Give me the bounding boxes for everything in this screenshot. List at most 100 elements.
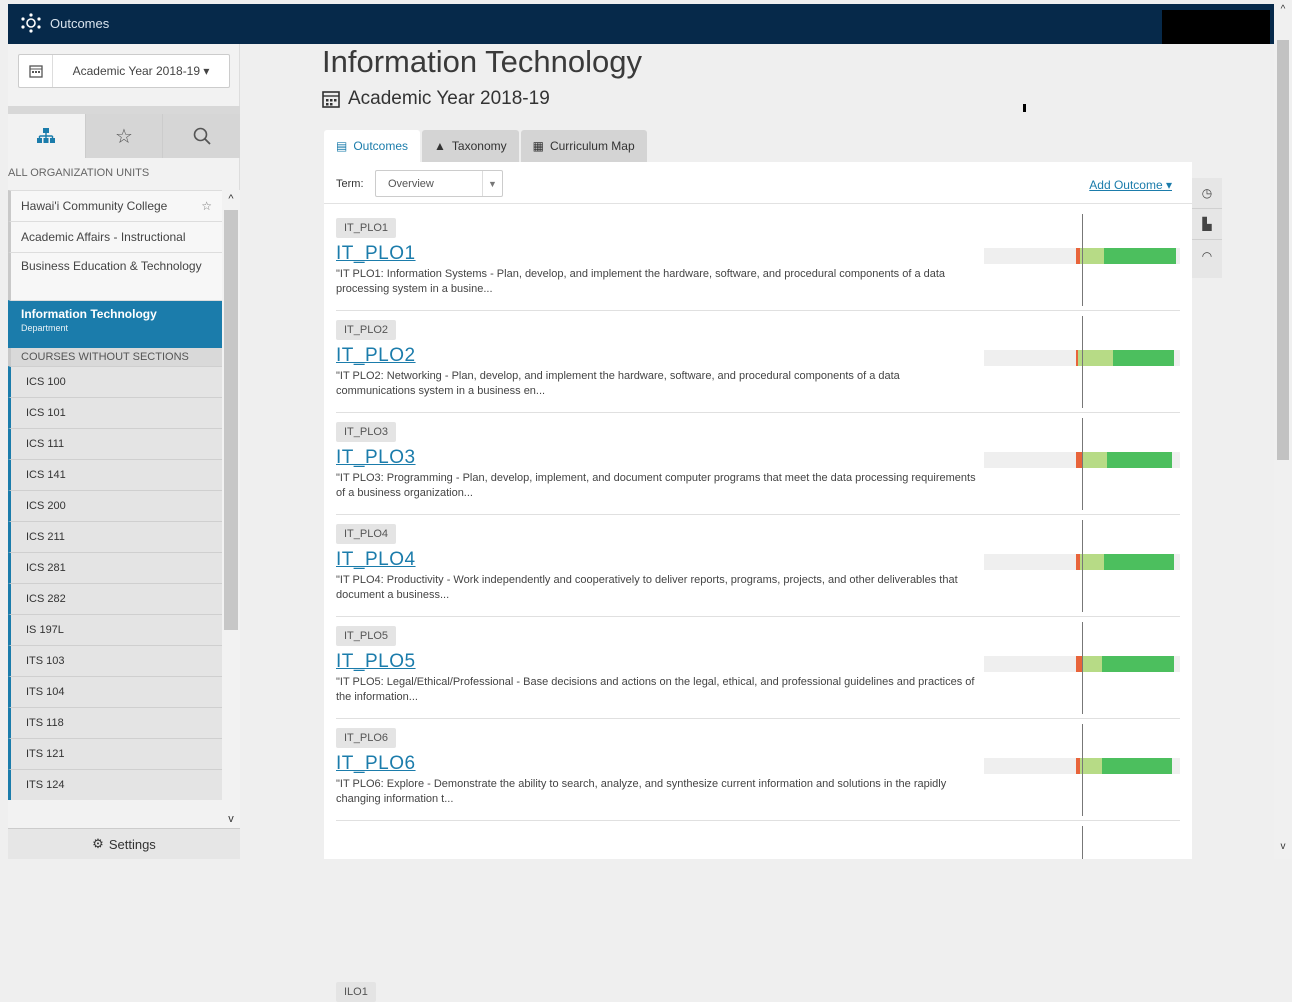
org-item-information-technology[interactable]: Information Technology Department [8,300,222,348]
search-tab[interactable] [163,114,241,158]
bar-segment-green [1107,452,1173,468]
outcome-name-link[interactable]: IT_PLO3 [336,447,416,469]
gauge-icon[interactable]: ◠ [1192,240,1222,271]
add-outcome-link[interactable]: Add Outcome ▾ [1089,178,1172,192]
target-line [1082,316,1083,408]
outcome-code: IT_PLO3 [336,422,397,442]
page-subtitle-text: Academic Year 2018-19 [348,88,550,109]
outcomes-panel: Term: Overview ▼ Add Outcome ▾ IT_PLO1 IT… [324,162,1192,1002]
outcome-name-link[interactable]: IT_PLO1 [336,243,416,265]
favorites-tab[interactable]: ☆ [85,114,164,158]
outcome-row: IT_PLO6 IT_PLO6 "IT PLO6: Explore - Demons… [336,720,1180,821]
course-item[interactable]: ITS 104 [8,676,222,707]
course-item[interactable]: ICS 282 [8,583,222,614]
side-toolbar: ◷ ▙ ◠ [1192,178,1222,278]
user-menu[interactable] [1162,10,1270,44]
bar-segment-lightgreen [1082,452,1108,468]
bar-segment-green [1101,758,1173,774]
outcome-name-link[interactable]: IT_PLO6 [336,753,416,775]
app-brand[interactable]: Outcomes [20,13,109,33]
sidebar-tabs: ☆ [8,114,241,158]
bar-chart-icon[interactable]: ▙ [1192,209,1222,240]
org-item-business-education[interactable]: Business Education & Technology [8,252,222,300]
next-outcome: ILO1 [336,982,376,1002]
term-select[interactable]: Overview ▼ [375,170,503,197]
tab-label: Curriculum Map [549,139,635,153]
org-item-type: Department [21,323,69,333]
scroll-down-icon[interactable]: v [1277,841,1289,855]
bar-segment-lightgreen [1080,758,1102,774]
outcome-name-link[interactable]: IT_PLO2 [336,345,416,367]
left-sidebar: Academic Year 2018-19 ▾ ☆ ALL ORGANIZATI… [8,44,241,859]
hierarchy-icon [37,128,56,143]
bar-segment-lightgreen [1082,656,1102,672]
page-title: Information Technology [322,44,642,79]
outcome-description: "IT PLO1: Information Systems - Plan, de… [336,268,946,295]
bar-segment-green [1101,656,1175,672]
org-item-hawaii-cc[interactable]: Hawai'i Community College ☆ [8,190,222,221]
page-scrollbar[interactable]: ^ v [1274,0,1292,859]
target-line [1082,724,1083,816]
bar-segment-lightgreen [1078,350,1114,366]
app-title: Outcomes [50,15,110,31]
scroll-thumb[interactable] [1277,40,1289,460]
outcome-description: "IT PLO5: Legal/Ethical/Professional - B… [336,676,975,703]
org-item-academic-affairs[interactable]: Academic Affairs - Instructional [8,221,222,252]
course-item[interactable]: ICS 281 [8,552,222,583]
tab-label: Taxonomy [451,139,507,153]
chevron-down-icon: ▼ [482,171,502,196]
tab-taxonomy[interactable]: ▲ Taxonomy [422,130,519,162]
outcome-code: IT_PLO5 [336,626,397,646]
calendar-icon [19,55,53,87]
list-icon: ▤ [336,139,348,153]
course-item[interactable]: ITS 103 [8,645,222,676]
course-item[interactable]: ICS 100 [8,366,222,397]
course-item[interactable]: ITS 121 [8,738,222,769]
outcome-name-link[interactable]: IT_PLO4 [336,549,416,571]
outcome-row: IT_PLO4 IT_PLO4 "IT PLO4: Productivity - W… [336,516,1180,617]
outcome-code: ILO1 [336,982,376,1002]
course-item[interactable]: ICS 200 [8,490,222,521]
org-hierarchy-tab[interactable] [8,114,86,158]
scroll-up-icon[interactable]: ^ [224,192,238,206]
academic-year-label: Academic Year 2018-19 ▾ [72,64,210,78]
course-item[interactable]: ICS 211 [8,521,222,552]
pyramid-icon: ▲ [434,139,446,153]
target-line [1082,520,1083,612]
sidebar-scrollbar[interactable]: ^ v [222,190,240,828]
course-item[interactable]: ICS 101 [8,397,222,428]
panel-header: Term: Overview ▼ Add Outcome ▾ [324,162,1192,204]
course-item[interactable]: IS 197L [8,614,222,645]
bar-segment-green [1103,554,1175,570]
course-item[interactable]: ICS 141 [8,459,222,490]
outcome-name-link[interactable]: IT_PLO5 [336,651,416,673]
org-item-label: Information Technology [21,307,157,321]
clock-icon[interactable]: ◷ [1192,178,1222,209]
course-item[interactable]: ITS 118 [8,707,222,738]
bar-segment-lightgreen [1080,248,1104,264]
tab-curriculum-map[interactable]: ▦ Curriculum Map [520,130,647,162]
scroll-thumb[interactable] [224,210,238,630]
tab-outcomes[interactable]: ▤ Outcomes [324,130,421,162]
all-units-heading: ALL ORGANIZATION UNITS [8,167,150,179]
academic-year-select[interactable]: Academic Year 2018-19 ▾ [18,54,230,88]
settings-button[interactable]: ⚙ Settings [8,828,240,859]
outcome-description: "IT PLO6: Explore - Demonstrate the abil… [336,778,947,805]
scroll-down-icon[interactable]: v [224,812,238,826]
target-line [1082,418,1083,510]
outcome-description: "IT PLO4: Productivity - Work independen… [336,574,958,601]
outcome-code: IT_PLO4 [336,524,397,544]
courses-heading: COURSES WITHOUT SECTIONS [8,348,222,366]
target-line [1082,622,1083,714]
course-item[interactable]: ICS 111 [8,428,222,459]
course-item[interactable]: ITS 124 [8,769,222,800]
star-icon[interactable]: ☆ [201,199,212,213]
grid-icon: ▦ [532,139,544,153]
tab-label: Outcomes [353,139,409,153]
scroll-up-icon[interactable]: ^ [1277,4,1289,18]
settings-label: Settings [108,836,156,852]
org-unit-list: Hawai'i Community College ☆ Academic Aff… [8,190,222,800]
bar-segment-green [1113,350,1175,366]
page-subtitle: Academic Year 2018-19 [322,88,550,110]
outcomes-logo-icon [21,13,41,33]
